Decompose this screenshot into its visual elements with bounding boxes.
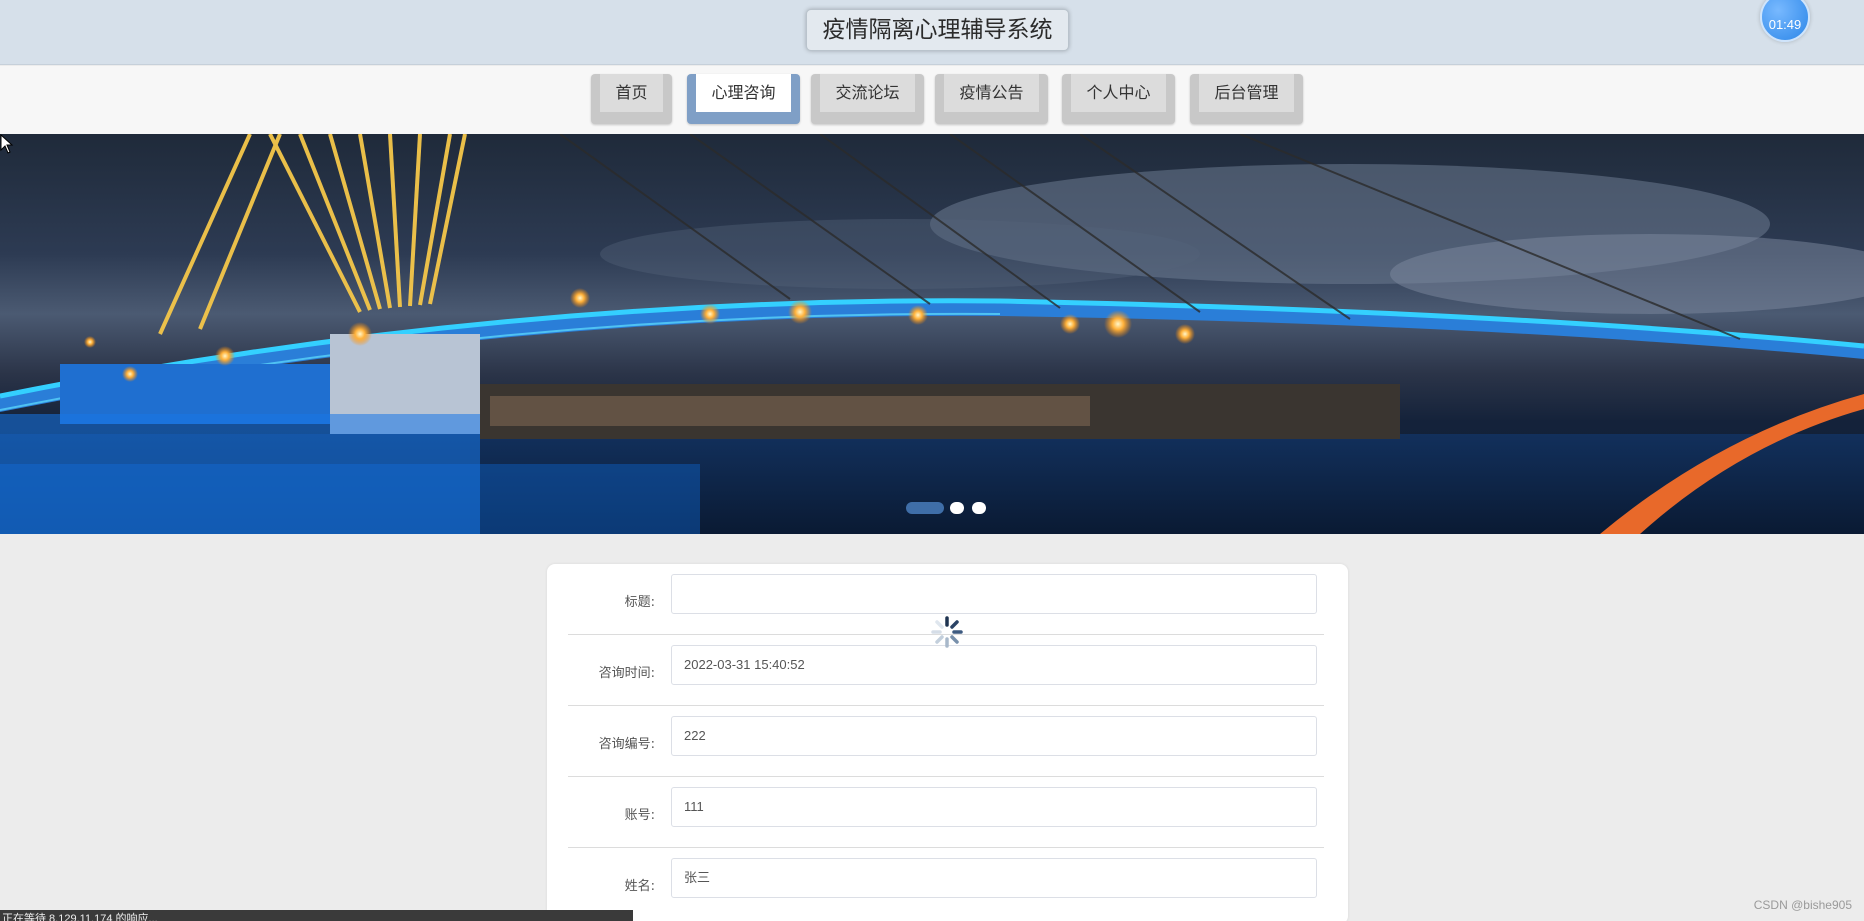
nav-item-admin[interactable]: 后台管理: [1190, 74, 1303, 124]
nav-item-label: 心理咨询: [696, 74, 791, 112]
nav-item-label: 个人中心: [1071, 74, 1166, 112]
nav-item-home[interactable]: 首页: [591, 74, 672, 124]
title-label: 标题:: [624, 595, 655, 610]
account-input[interactable]: 111: [671, 787, 1317, 827]
browser-status-bar: 正在等待 8.129.11.174 的响应...: [0, 910, 633, 921]
number-label: 咨询编号:: [598, 737, 655, 752]
time-input[interactable]: 2022-03-31 15:40:52: [671, 645, 1317, 685]
number-input[interactable]: 222: [671, 716, 1317, 756]
banner-image: [0, 134, 1864, 534]
top-header: 疫情隔离心理辅导系统 01:49: [0, 0, 1864, 65]
main-nav: 首页 心理咨询 交流论坛 疫情公告 个人中心 后台管理: [0, 66, 1864, 134]
form-row-account: 账号: 111: [568, 777, 1324, 848]
nav-item-label: 首页: [600, 74, 663, 112]
mouse-cursor-icon: [0, 134, 14, 154]
watermark: CSDN @bishe905: [1753, 898, 1852, 912]
nav-item-announcements[interactable]: 疫情公告: [935, 74, 1048, 124]
banner-carousel[interactable]: [0, 134, 1864, 534]
clock-badge: 01:49: [1760, 0, 1810, 42]
time-label: 咨询时间:: [598, 666, 655, 681]
form-row-name: 姓名: 张三: [568, 848, 1324, 919]
name-input[interactable]: 张三: [671, 858, 1317, 898]
nav-item-label: 后台管理: [1199, 74, 1294, 112]
carousel-dot[interactable]: [950, 502, 964, 514]
nav-item-label: 交流论坛: [820, 74, 915, 112]
carousel-dot[interactable]: [972, 502, 986, 514]
loading-spinner-icon: [931, 616, 963, 648]
nav-item-forum[interactable]: 交流论坛: [811, 74, 924, 124]
account-label: 账号:: [624, 808, 655, 823]
carousel-dot[interactable]: [906, 502, 944, 514]
name-label: 姓名:: [624, 879, 655, 894]
nav-item-profile[interactable]: 个人中心: [1062, 74, 1175, 124]
title-input[interactable]: [671, 574, 1317, 614]
form-row-number: 咨询编号: 222: [568, 706, 1324, 777]
nav-item-label: 疫情公告: [944, 74, 1039, 112]
site-title: 疫情隔离心理辅导系统: [806, 9, 1069, 51]
nav-item-counseling[interactable]: 心理咨询: [687, 74, 800, 124]
